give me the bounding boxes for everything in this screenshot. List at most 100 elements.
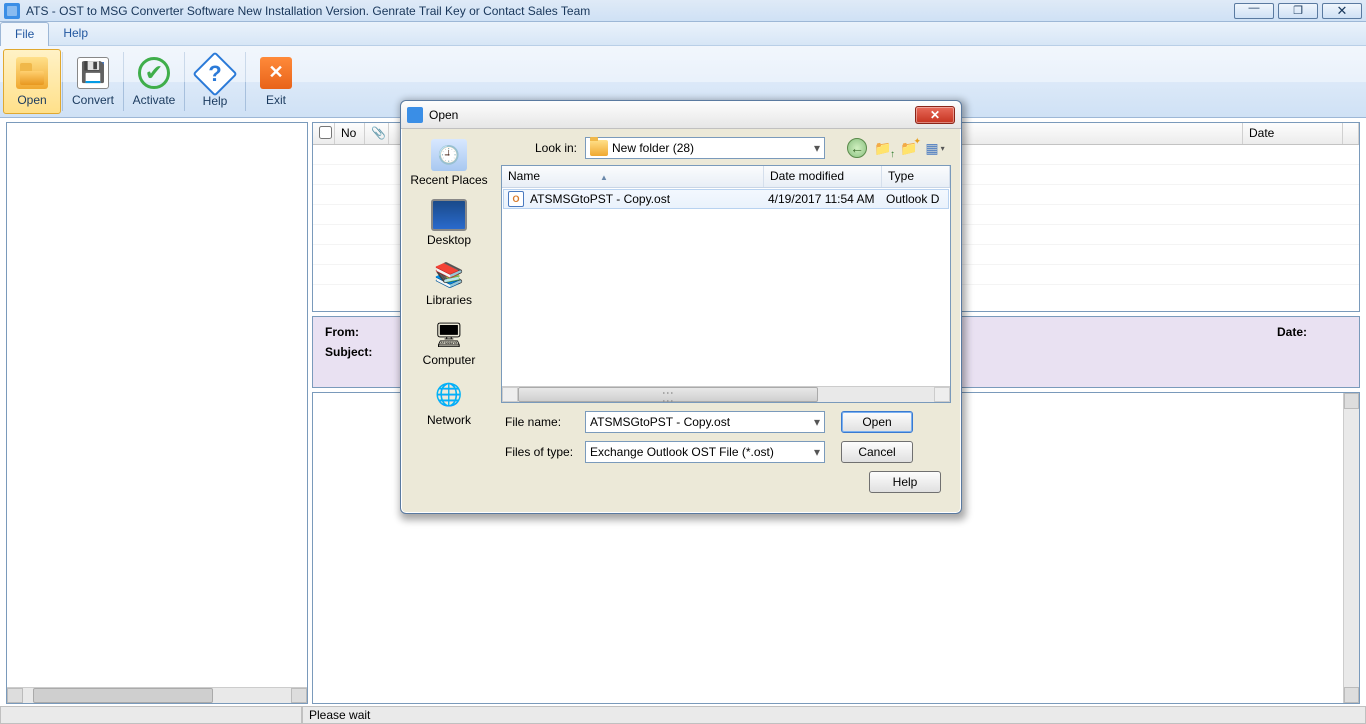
place-desktop[interactable]: Desktop — [401, 195, 497, 255]
file-type: Outlook D — [884, 192, 941, 206]
lookin-value: New folder (28) — [612, 141, 694, 155]
filename-input[interactable]: ATSMSGtoPST - Copy.ost ▾ — [585, 411, 825, 433]
places-bar: Recent Places Desktop Libraries Computer… — [401, 129, 497, 513]
filename-label: File name: — [501, 415, 585, 429]
activate-button[interactable]: Activate — [125, 49, 183, 114]
recent-places-icon — [431, 139, 467, 171]
place-computer[interactable]: Computer — [401, 315, 497, 375]
place-libraries-label: Libraries — [426, 293, 472, 307]
scroll-track[interactable] — [518, 387, 934, 402]
scroll-thumb[interactable] — [518, 387, 818, 402]
filetype-value: Exchange Outlook OST File (*.ost) — [590, 445, 774, 459]
nav-view-menu-button[interactable]: ▾ — [925, 138, 945, 158]
dialog-close-button[interactable]: ✕ — [915, 106, 955, 124]
file-area: Look in: New folder (28) ▾ ▾ Name Date m… — [497, 129, 961, 513]
date-label: Date: — [1277, 325, 1307, 339]
scroll-left-arrow[interactable] — [502, 387, 518, 402]
app-icon — [4, 3, 20, 19]
dialog-help-button[interactable]: Help — [869, 471, 941, 493]
place-computer-label: Computer — [423, 353, 476, 367]
exit-x-icon — [260, 57, 292, 89]
place-network[interactable]: Network — [401, 375, 497, 435]
filetype-label: Files of type: — [501, 445, 585, 459]
subject-label: Subject: — [325, 345, 395, 359]
exit-button[interactable]: Exit — [247, 49, 305, 114]
column-type[interactable]: Type — [882, 166, 950, 187]
file-list[interactable]: Name Date modified Type ATSMSGtoPST - Co… — [501, 165, 951, 403]
select-all-checkbox[interactable] — [319, 126, 332, 139]
separator — [123, 52, 124, 111]
lookin-combo[interactable]: New folder (28) ▾ — [585, 137, 825, 159]
open-folder-icon — [16, 57, 48, 89]
open-label: Open — [17, 93, 46, 107]
file-date: 4/19/2017 11:54 AM — [766, 192, 884, 206]
desktop-icon — [431, 199, 467, 231]
place-libraries[interactable]: Libraries — [401, 255, 497, 315]
chevron-down-icon: ▾ — [814, 415, 820, 429]
activate-label: Activate — [133, 93, 176, 107]
status-bar: Please wait — [0, 706, 1366, 724]
chevron-down-icon: ▾ — [814, 445, 820, 459]
dialog-open-button[interactable]: Open — [841, 411, 913, 433]
exit-label: Exit — [266, 93, 286, 107]
scroll-right-arrow[interactable] — [291, 688, 307, 703]
nav-up-button[interactable] — [873, 138, 893, 158]
file-row[interactable]: ATSMSGtoPST - Copy.ost 4/19/2017 11:54 A… — [503, 189, 949, 209]
window-title: ATS - OST to MSG Converter Software New … — [26, 4, 590, 18]
scroll-left-arrow[interactable] — [7, 688, 23, 703]
folder-icon — [590, 140, 608, 156]
horizontal-scrollbar[interactable] — [7, 687, 307, 703]
from-label: From: — [325, 325, 395, 339]
check-circle-icon — [138, 57, 170, 89]
libraries-icon — [431, 259, 467, 291]
question-diamond-icon — [192, 51, 237, 96]
scroll-thumb[interactable] — [33, 688, 213, 703]
computer-icon — [431, 319, 467, 351]
minimize-button[interactable]: — — [1234, 3, 1274, 19]
column-no[interactable]: No — [335, 123, 365, 144]
convert-button[interactable]: Convert — [64, 49, 122, 114]
separator — [184, 52, 185, 111]
filetype-select[interactable]: Exchange Outlook OST File (*.ost) ▾ — [585, 441, 825, 463]
scroll-down-arrow[interactable] — [1344, 687, 1359, 703]
column-date-modified[interactable]: Date modified — [764, 166, 882, 187]
dialog-icon — [407, 107, 423, 123]
scroll-right-arrow[interactable] — [934, 387, 950, 402]
open-button[interactable]: Open — [3, 49, 61, 114]
dialog-cancel-button[interactable]: Cancel — [841, 441, 913, 463]
maximize-button[interactable]: ❐ — [1278, 3, 1318, 19]
nav-back-button[interactable] — [847, 138, 867, 158]
ost-file-icon — [508, 191, 524, 207]
separator — [245, 52, 246, 111]
disk-icon — [77, 57, 109, 89]
file-list-scrollbar[interactable] — [502, 386, 950, 402]
help-button[interactable]: Help — [186, 49, 244, 114]
tree-pane[interactable] — [6, 122, 308, 704]
help-label: Help — [203, 94, 228, 108]
file-list-header: Name Date modified Type — [502, 166, 950, 188]
place-recent[interactable]: Recent Places — [401, 135, 497, 195]
dialog-titlebar[interactable]: Open ✕ — [401, 101, 961, 129]
window-titlebar: ATS - OST to MSG Converter Software New … — [0, 0, 1366, 22]
network-icon — [431, 379, 467, 411]
vertical-scrollbar[interactable] — [1343, 393, 1359, 703]
lookin-label: Look in: — [501, 141, 585, 155]
nav-new-folder-button[interactable] — [899, 138, 919, 158]
open-file-dialog: Open ✕ Recent Places Desktop Libraries C… — [400, 100, 962, 514]
column-checkbox[interactable] — [313, 123, 335, 144]
place-network-label: Network — [427, 413, 471, 427]
chevron-down-icon: ▾ — [941, 144, 945, 153]
status-message: Please wait — [302, 707, 1366, 724]
menu-bar: File Help — [0, 22, 1366, 46]
chevron-down-icon: ▾ — [814, 141, 820, 155]
column-name[interactable]: Name — [502, 166, 764, 187]
scroll-up-arrow[interactable] — [1344, 393, 1359, 409]
dialog-title: Open — [429, 108, 458, 122]
close-button[interactable]: ✕ — [1322, 3, 1362, 19]
column-tail — [1343, 123, 1359, 144]
column-date[interactable]: Date — [1243, 123, 1343, 144]
separator — [62, 52, 63, 111]
menu-file[interactable]: File — [0, 22, 49, 46]
menu-help[interactable]: Help — [49, 22, 102, 45]
column-attachment[interactable]: 📎 — [365, 123, 389, 144]
